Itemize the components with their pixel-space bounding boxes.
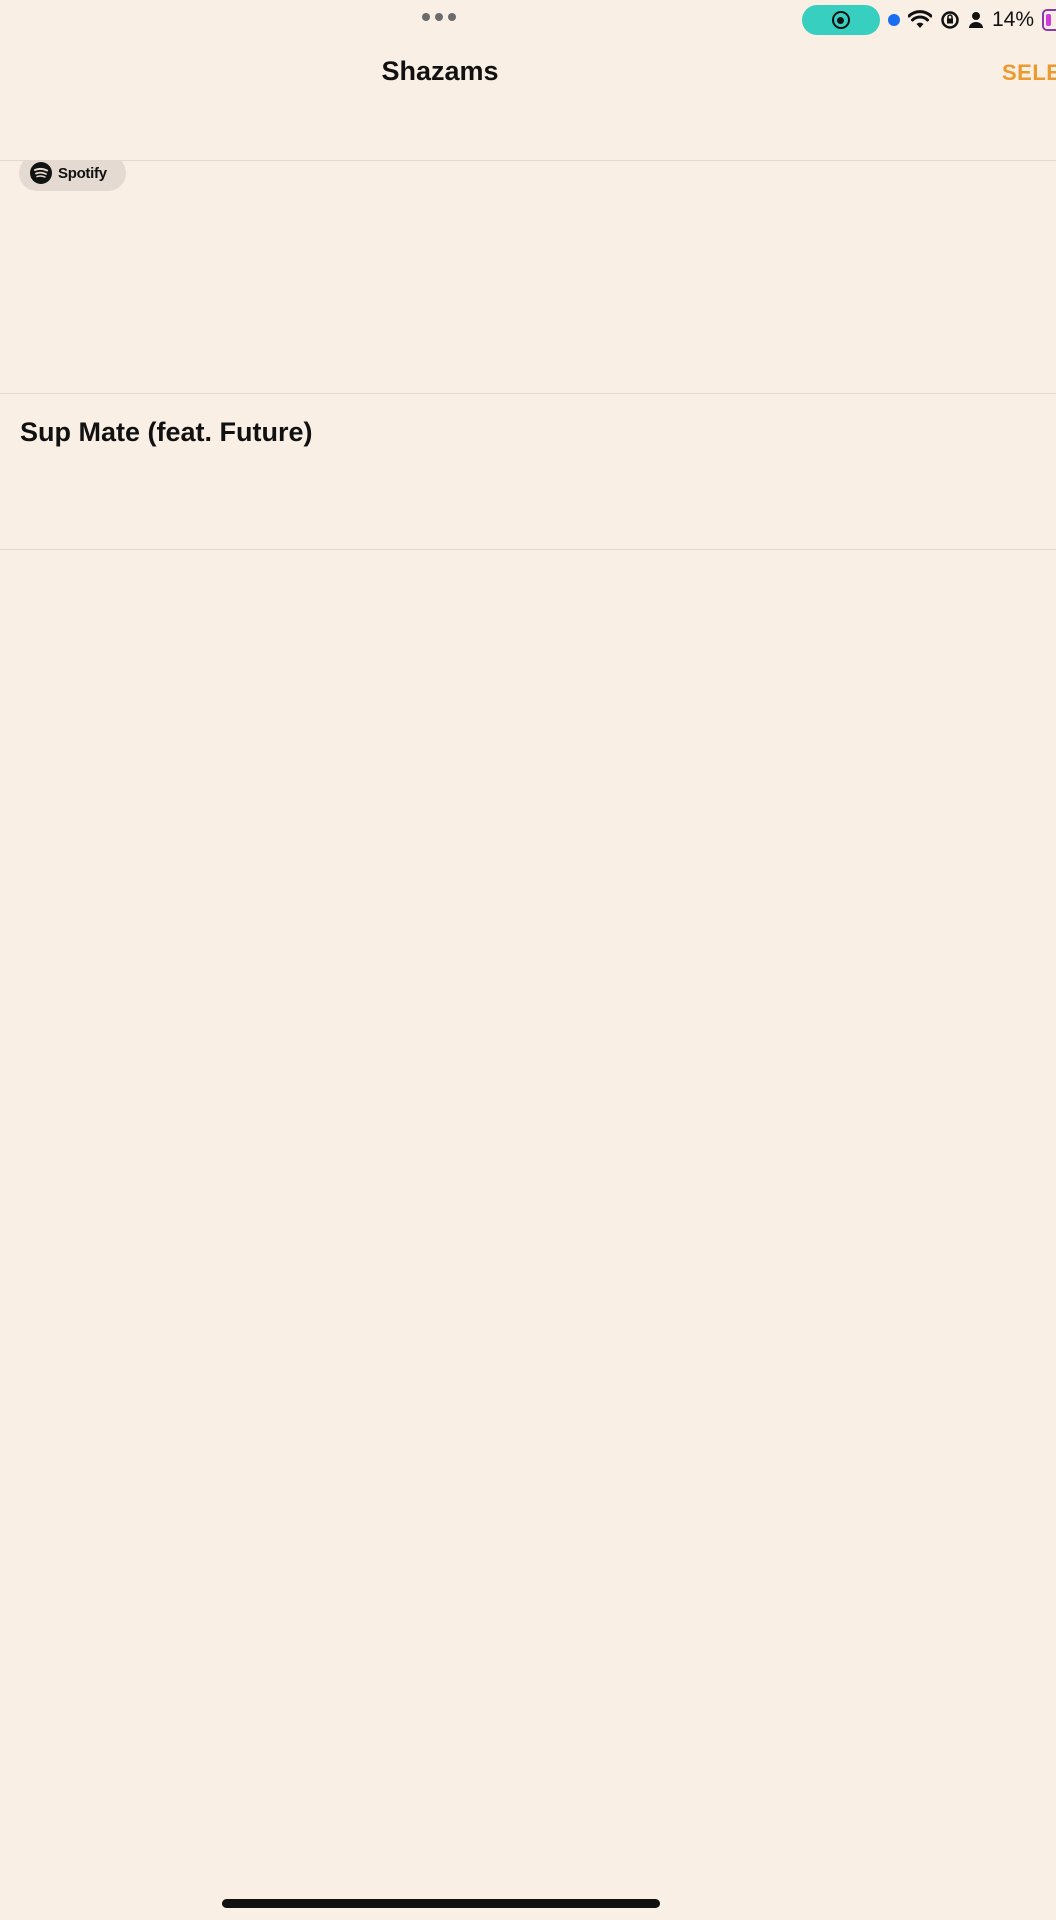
location-dot-icon [887,14,900,26]
spotify-button[interactable]: Spotify [19,161,126,191]
battery-percentage: 14% [991,8,1034,31]
page-title: Shazams [381,56,499,86]
status-icons: 14% [801,5,1056,35]
select-button[interactable]: SELE [1002,60,1056,86]
person-icon [968,11,984,29]
spotify-label: Spotify [58,164,107,182]
screen-recording-icon[interactable] [801,5,880,35]
battery-icon [1042,9,1056,31]
multitasking-dots-icon[interactable] [422,13,456,21]
orientation-lock-icon [940,10,960,30]
status-bar: 14% [0,0,1056,40]
song-title: Sup Mate (feat. Future) [20,417,313,447]
spotify-icon [30,162,52,184]
shazam-list[interactable]: Spotify Sup Mate (feat. Future) [0,161,1056,1920]
home-indicator[interactable] [222,1899,660,1908]
wifi-icon [907,10,932,30]
list-item[interactable]: Sup Mate (feat. Future) [0,233,1056,550]
